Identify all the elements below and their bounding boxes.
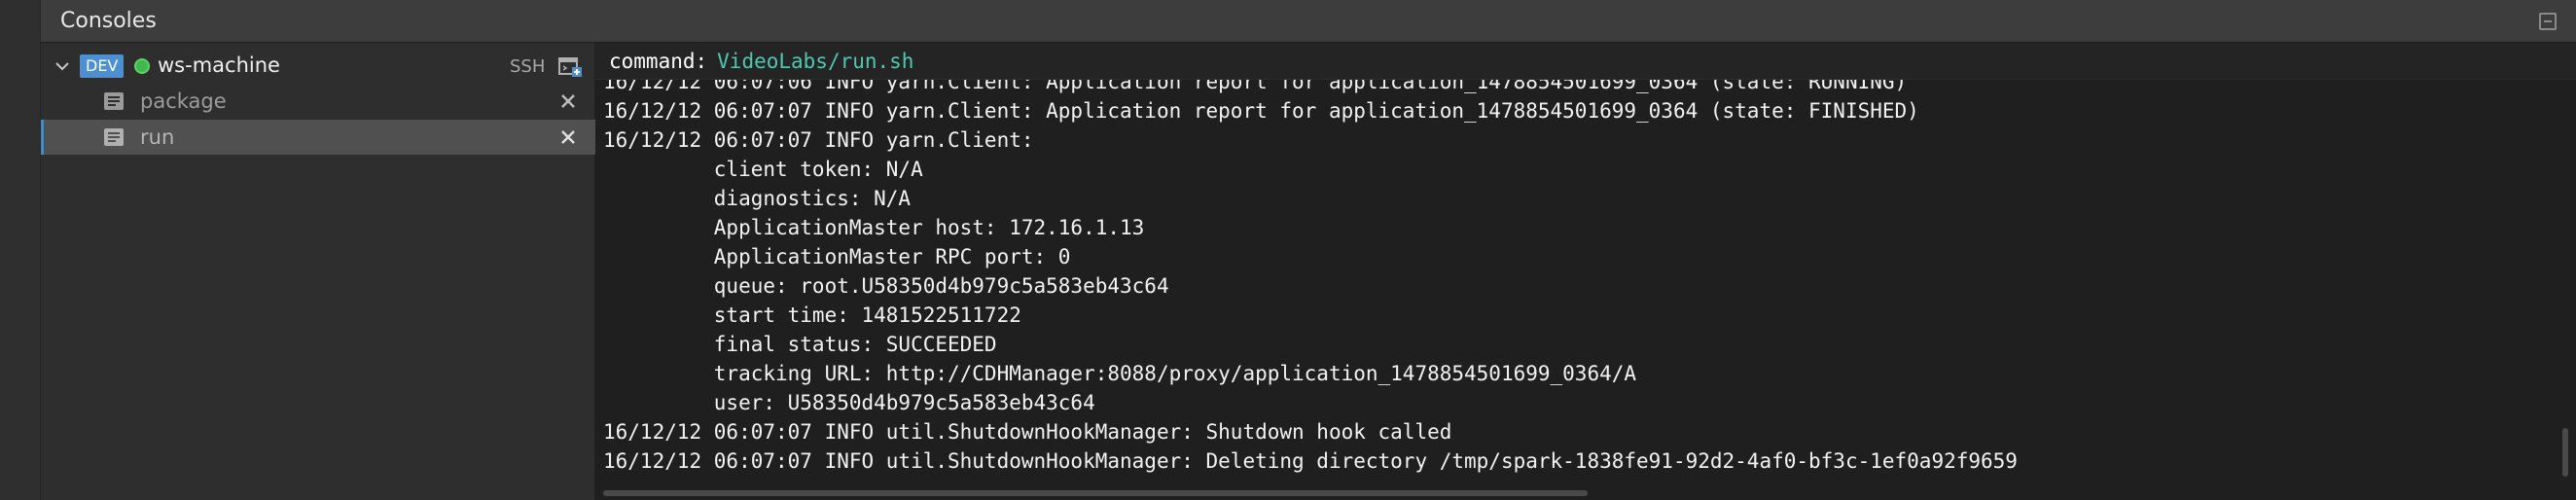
machine-name: ws-machine	[158, 54, 280, 77]
maximize-icon[interactable]	[2539, 13, 2557, 30]
console-lines: 16/12/12 06:07:06 INFO yarn.Client: Appl…	[603, 80, 2018, 476]
process-doc-icon	[104, 92, 124, 110]
close-icon[interactable]	[560, 93, 576, 109]
panel-title: Consoles	[60, 9, 157, 33]
console-line: 16/12/12 06:07:07 INFO util.ShutdownHook…	[603, 449, 2018, 473]
console-line: 16/12/12 06:07:07 INFO yarn.Client:	[603, 128, 1034, 152]
console-line: user: U58350d4b979c5a583eb43c64	[603, 391, 1095, 414]
command-label: command:	[609, 49, 708, 73]
console-line: ApplicationMaster host: 172.16.1.13	[603, 216, 1145, 239]
close-icon[interactable]	[560, 129, 576, 145]
console-line: 16/12/12 06:07:06 INFO yarn.Client: Appl…	[603, 80, 1908, 93]
machines-tree: DEV ws-machine SSH package run	[41, 43, 595, 500]
running-status-icon	[134, 58, 150, 74]
consoles-panel-header: Consoles	[41, 0, 2576, 43]
console-line: client token: N/A	[603, 158, 923, 181]
command-bar: command: VideoLabs/run.sh	[595, 43, 2576, 80]
console-line: start time: 1481522511722	[603, 304, 1021, 327]
console-line: diagnostics: N/A	[603, 187, 912, 210]
process-item-run[interactable]: run	[41, 120, 595, 155]
console-output-panel[interactable]: command: VideoLabs/run.sh 16/12/12 06:07…	[595, 43, 2576, 500]
console-line: final status: SUCCEEDED	[603, 333, 997, 356]
console-line: queue: root.U58350d4b979c5a583eb43c64	[603, 274, 1169, 298]
console-output[interactable]: 16/12/12 06:07:06 INFO yarn.Client: Appl…	[595, 80, 2551, 479]
dev-badge: DEV	[80, 54, 125, 78]
console-line: 16/12/12 06:07:07 INFO yarn.Client: Appl…	[603, 99, 1919, 123]
left-gutter	[0, 0, 41, 500]
chevron-down-icon[interactable]	[54, 58, 70, 74]
new-terminal-icon[interactable]	[558, 56, 582, 78]
process-doc-icon	[104, 128, 124, 146]
process-name: run	[140, 125, 175, 149]
ide-consoles-window: Consoles DEV ws-machine SSH package run …	[0, 0, 2576, 500]
console-line: 16/12/12 06:07:07 INFO util.ShutdownHook…	[603, 420, 1452, 444]
horizontal-scrollbar[interactable]	[595, 486, 2576, 500]
horizontal-scrollbar-thumb[interactable]	[603, 490, 1588, 496]
machine-node[interactable]: DEV ws-machine SSH	[41, 49, 595, 84]
process-name: package	[140, 89, 227, 113]
vertical-scrollbar-thumb[interactable]	[2562, 428, 2568, 477]
console-line: ApplicationMaster RPC port: 0	[603, 245, 1071, 268]
process-item-package[interactable]: package	[41, 84, 595, 119]
console-line: tracking URL: http://CDHManager:8088/pro…	[603, 362, 1637, 385]
ssh-button[interactable]: SSH	[510, 56, 545, 77]
command-value[interactable]: VideoLabs/run.sh	[717, 50, 913, 73]
